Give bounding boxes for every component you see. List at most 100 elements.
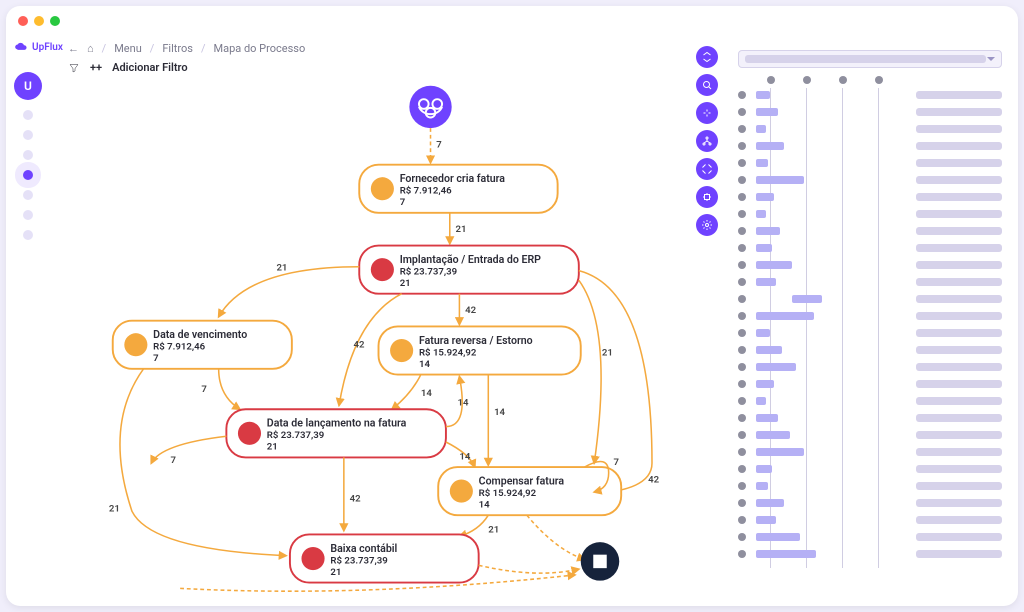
row-label-placeholder xyxy=(916,329,1002,337)
timeline-bar xyxy=(756,363,796,371)
node-start[interactable] xyxy=(409,86,451,128)
node-vencimento[interactable]: Data de vencimento R$ 7.912,46 7 xyxy=(113,321,292,369)
node-reversa[interactable]: Fatura reversa / Estorno R$ 15.924,92 14 xyxy=(379,326,581,374)
panel-row[interactable] xyxy=(738,275,1002,289)
node-fornecedor[interactable]: Fornecedor cria fatura R$ 7.912,46 7 xyxy=(359,165,557,213)
timeline-bar xyxy=(756,210,766,218)
panel-select[interactable] xyxy=(738,50,1002,68)
tool-tree-icon[interactable] xyxy=(696,130,718,152)
panel-column-headers xyxy=(738,76,1002,88)
panel-row[interactable] xyxy=(738,513,1002,527)
panel-row[interactable] xyxy=(738,462,1002,476)
row-label-placeholder xyxy=(916,244,1002,252)
add-slider-icon[interactable]: ++ xyxy=(90,61,102,74)
panel-row[interactable] xyxy=(738,309,1002,323)
tool-settings-icon[interactable] xyxy=(696,214,718,236)
maximize-icon[interactable] xyxy=(50,16,60,26)
nav-item-5[interactable] xyxy=(23,190,33,200)
nav-item-2[interactable] xyxy=(23,130,33,140)
panel-row[interactable] xyxy=(738,496,1002,510)
svg-text:Fornecedor cria fatura: Fornecedor cria fatura xyxy=(400,172,506,185)
process-map-canvas[interactable]: 7 Fornecedor cria fatura R$ 7.912,46 7 2… xyxy=(58,78,726,598)
tool-center-icon[interactable] xyxy=(696,102,718,124)
panel-row[interactable] xyxy=(738,207,1002,221)
panel-row[interactable] xyxy=(738,360,1002,374)
panel-row[interactable] xyxy=(738,173,1002,187)
node-lancamento[interactable]: Data de lançamento na fatura R$ 23.737,3… xyxy=(226,409,446,457)
row-label-placeholder xyxy=(916,193,1002,201)
nav-item-7[interactable] xyxy=(23,230,33,240)
node-end[interactable] xyxy=(581,542,620,581)
app-window: UpFlux U ← ⌂ / Menu / Filtros / Mapa do … xyxy=(6,6,1018,606)
timeline-bar xyxy=(756,125,766,133)
panel-row[interactable] xyxy=(738,105,1002,119)
avatar[interactable]: U xyxy=(14,72,42,100)
svg-text:14: 14 xyxy=(457,397,468,408)
nav-item-1[interactable] xyxy=(23,110,33,120)
crumb-home[interactable]: ⌂ xyxy=(87,42,94,55)
svg-text:42: 42 xyxy=(350,494,361,505)
panel-row[interactable] xyxy=(738,411,1002,425)
row-dot-icon xyxy=(738,261,746,269)
nav-item-6[interactable] xyxy=(23,210,33,220)
add-filter-button[interactable]: Adicionar Filtro xyxy=(112,61,187,74)
filter-bar: ++ Adicionar Filtro xyxy=(58,57,726,78)
back-icon[interactable]: ← xyxy=(68,42,79,55)
sidebar-nav: U xyxy=(6,62,50,606)
row-dot-icon xyxy=(738,431,746,439)
panel-row[interactable] xyxy=(738,479,1002,493)
row-label-placeholder xyxy=(916,176,1002,184)
panel-row[interactable] xyxy=(738,156,1002,170)
svg-text:R$ 23.737,39: R$ 23.737,39 xyxy=(330,555,387,566)
nav-item-3[interactable] xyxy=(23,150,33,160)
timeline-bar xyxy=(756,159,768,167)
node-baixa[interactable]: Baixa contábil R$ 23.737,39 21 xyxy=(290,534,479,582)
panel-row[interactable] xyxy=(738,547,1002,561)
svg-text:7: 7 xyxy=(153,353,159,364)
minimize-icon[interactable] xyxy=(34,16,44,26)
col-dot-4 xyxy=(875,76,883,84)
row-label-placeholder xyxy=(916,108,1002,116)
panel-row[interactable] xyxy=(738,224,1002,238)
filter-icon[interactable] xyxy=(68,62,80,74)
svg-text:R$ 7.912,46: R$ 7.912,46 xyxy=(153,342,205,353)
timeline-bar xyxy=(756,465,772,473)
row-label-placeholder xyxy=(916,414,1002,422)
crumb-menu[interactable]: Menu xyxy=(114,42,142,55)
row-label-placeholder xyxy=(916,516,1002,524)
crumb-filtros[interactable]: Filtros xyxy=(162,42,193,55)
tool-expand-icon[interactable] xyxy=(696,186,718,208)
panel-row[interactable] xyxy=(738,343,1002,357)
panel-row[interactable] xyxy=(738,139,1002,153)
row-label-placeholder xyxy=(916,533,1002,541)
tool-toggle-icon[interactable] xyxy=(696,46,718,68)
panel-row[interactable] xyxy=(738,530,1002,544)
panel-row[interactable] xyxy=(738,445,1002,459)
panel-row[interactable] xyxy=(738,88,1002,102)
panel-row[interactable] xyxy=(738,428,1002,442)
panel-row[interactable] xyxy=(738,377,1002,391)
close-icon[interactable] xyxy=(18,16,28,26)
nav-item-4-active[interactable] xyxy=(23,170,33,180)
svg-text:21: 21 xyxy=(109,503,120,514)
breadcrumb: ← ⌂ / Menu / Filtros / Mapa do Processo xyxy=(58,36,726,57)
panel-row[interactable] xyxy=(738,122,1002,136)
select-placeholder xyxy=(745,55,986,63)
crumb-mapa[interactable]: Mapa do Processo xyxy=(213,42,305,55)
timeline-bar xyxy=(756,397,766,405)
timeline-bar xyxy=(756,108,778,116)
panel-row[interactable] xyxy=(738,326,1002,340)
tool-contract-icon[interactable] xyxy=(696,158,718,180)
panel-row[interactable] xyxy=(738,292,1002,306)
panel-row[interactable] xyxy=(738,258,1002,272)
row-dot-icon xyxy=(738,193,746,201)
window-controls xyxy=(18,16,60,26)
panel-row[interactable] xyxy=(738,241,1002,255)
panel-row[interactable] xyxy=(738,394,1002,408)
timeline-bar xyxy=(756,227,780,235)
timeline-bar xyxy=(756,244,772,252)
node-compensar[interactable]: Compensar fatura R$ 15.924,92 14 xyxy=(438,467,621,515)
node-implant[interactable]: Implantação / Entrada do ERP R$ 23.737,3… xyxy=(359,246,579,294)
tool-zoom-icon[interactable] xyxy=(696,74,718,96)
panel-row[interactable] xyxy=(738,190,1002,204)
